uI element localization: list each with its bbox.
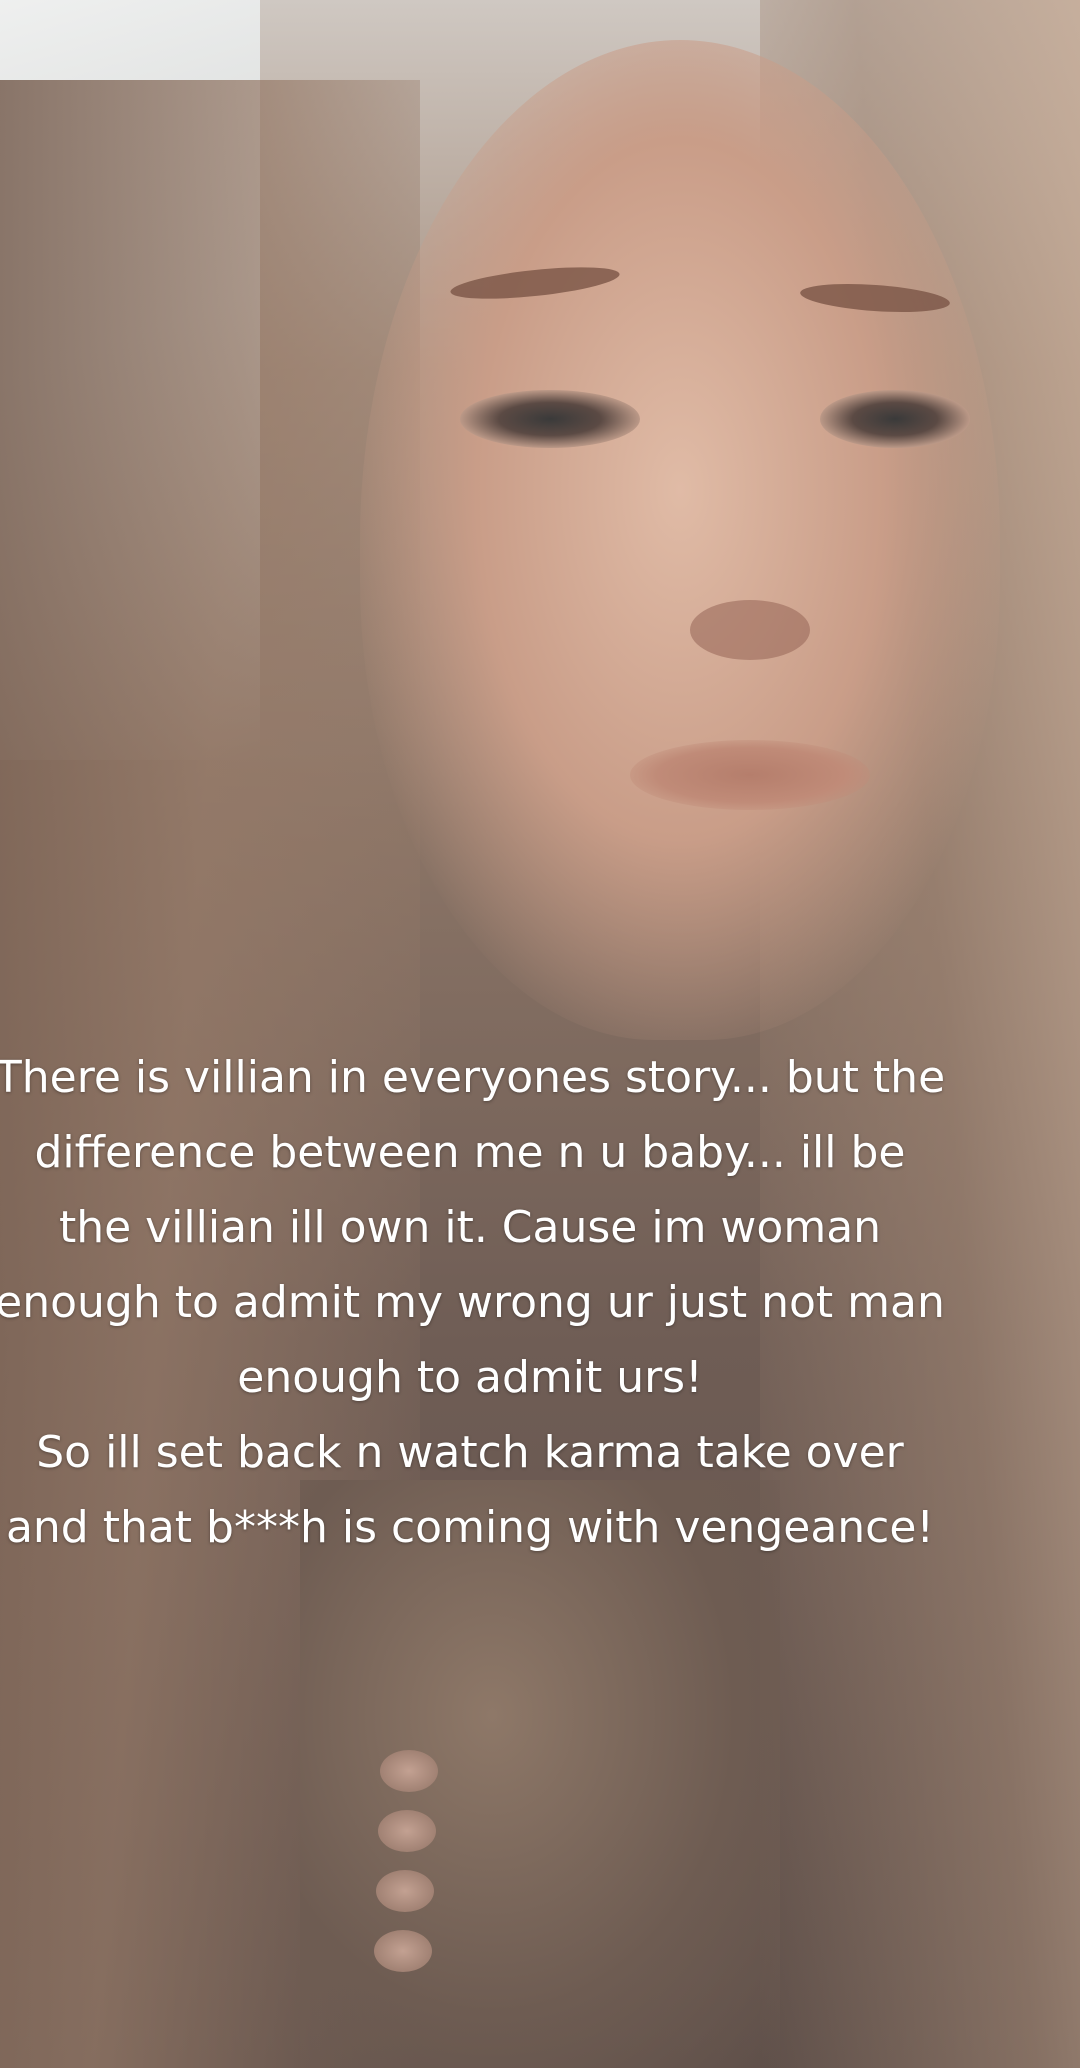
nose [690,600,810,660]
shirt-button [376,1870,434,1912]
caption-overlay: There is villian in everyones story... b… [0,1040,950,1565]
right-eye [820,390,970,448]
caption-line: enough to admit urs! [237,1352,703,1403]
shirt-button [380,1750,438,1792]
caption-line: and that b***h is coming with vengeance! [5,1502,935,1553]
caption-line: the villian ill own it. Cause im woman [58,1202,882,1253]
shirt [300,1480,780,2068]
lips [630,740,870,810]
shirt-button [378,1810,436,1852]
face [360,40,1000,1040]
caption-line: difference between me n u baby... ill be [34,1127,906,1178]
caption-line: So ill set back n watch karma take over [36,1427,904,1478]
left-eye [460,390,640,448]
shirt-button [374,1930,432,1972]
caption-line: There is villian in everyones story... b… [0,1052,946,1103]
selfie-photo: There is villian in everyones story... b… [0,0,1080,2068]
caption-line: enough to admit my wrong ur just not man [0,1277,945,1328]
